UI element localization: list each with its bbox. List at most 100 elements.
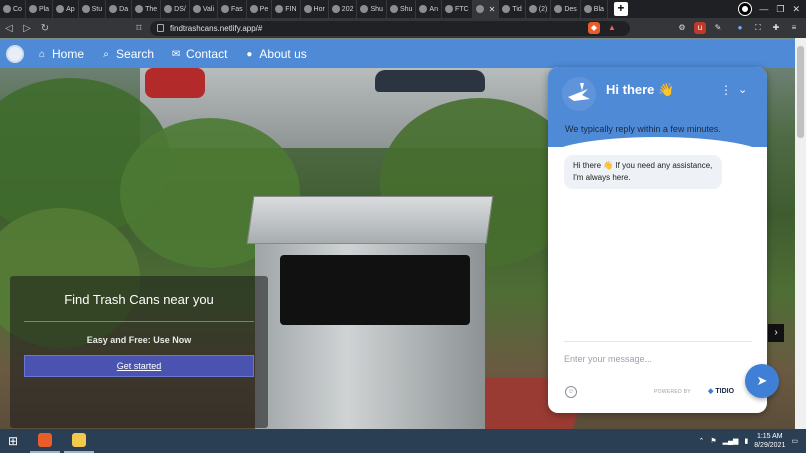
pen-icon[interactable]: ✎ [712,22,724,34]
url-text: findtrashcans.netlify.app/# [170,24,263,33]
menu-icon[interactable]: ≡ [788,22,800,34]
browser-tab[interactable]: 202 [329,0,358,18]
tab-favicon-icon [221,5,229,13]
chat-avatar [562,77,596,111]
lock-icon [157,24,164,32]
browser-tab-strip: Co Pla Ap Stu Da The DS/Vali Fas Pe FIN Hor 202 Shu S… [0,0,806,18]
tab-label: The [145,5,158,13]
browser-tab[interactable]: Da [106,0,133,18]
tab-favicon-icon [502,5,511,13]
site-logo[interactable] [6,45,24,63]
tidio-logo-icon: ◆ [708,388,714,395]
send-message-button[interactable]: ➤ [745,364,779,398]
browser-tab[interactable]: Bla [581,0,608,18]
browser-tab[interactable]: The [132,0,162,18]
puzzle-icon[interactable]: ✚ [770,22,782,34]
notifications-icon[interactable]: ▭ [791,437,798,445]
dark-car [375,70,485,92]
tab-favicon-icon [389,5,398,13]
brave-shield-icon[interactable]: ◆ [588,22,600,34]
tab-favicon-icon [444,5,453,13]
get-started-button[interactable]: Get started [24,355,254,377]
ublock-icon[interactable]: u [694,22,706,34]
close-tab-icon[interactable]: ✕ [489,5,496,14]
tidio-brand-label: TIDIO [715,388,735,395]
network-icon[interactable]: ▂▄▆ [723,437,739,445]
nav-contact[interactable]: ✉ Contact [170,47,228,61]
tab-favicon-icon [81,5,90,13]
tab-label: FTC [454,5,469,13]
windows-taskbar: ⊞ [0,429,806,453]
tab-favicon-icon [3,5,11,13]
tab-label: Hor [313,5,325,13]
browser-tab[interactable]: An [416,0,442,18]
emoji-icon[interactable]: ☺ [565,386,577,398]
extension-icon[interactable]: ⚙ [676,22,688,34]
browser-tab[interactable]: Ap [53,0,79,18]
tab-favicon-icon [303,5,312,13]
envelope-icon: ✉ [171,48,181,60]
reload-button[interactable]: ↻ [36,23,54,34]
tidio-brand[interactable]: ◆ TIDIO [708,387,734,395]
windows-start-icon[interactable]: ⊞ [0,429,26,453]
tab-label: Bla [593,5,604,13]
profile-icon[interactable]: ● [734,22,746,34]
system-tray: ⌃ ⚑ ▂▄▆ ▮ 1:15 AM 8/29/2021 ▭ [698,429,798,453]
bookmark-icon[interactable]: ⌑ [130,23,148,34]
chat-message-bubble: Hi there 👋 If you need any assistance, I… [564,155,722,189]
browser-tab[interactable]: Shu [357,0,387,18]
nav-about-label: About us [259,47,307,61]
close-window-button[interactable]: ✕ [792,4,800,15]
nav-contact-label: Contact [186,47,228,61]
chat-widget: Hi there 👋 ⋮ ⌄ We typically reply within… [548,67,767,413]
flag-icon[interactable]: ⚑ [710,437,716,445]
user-icon: ● [246,48,253,60]
taskbar-brave[interactable] [30,429,60,453]
chat-message-input[interactable]: Enter your message... [564,354,652,364]
new-tab-button[interactable]: + [613,2,628,16]
carousel-next-arrow[interactable]: › [768,324,784,342]
nav-search[interactable]: ⌕ Search [100,47,154,61]
browser-tab[interactable]: FIN [272,0,301,18]
taskbar-clock[interactable]: 1:15 AM 8/29/2021 [754,432,785,450]
brave-icon [38,433,52,447]
back-button[interactable]: ◁ [0,23,18,34]
tab-favicon-icon [583,5,592,13]
more-options-icon[interactable]: ⋮ [720,83,732,97]
browser-tab[interactable]: Co [0,0,26,18]
browser-tab[interactable]: Vali [190,0,218,18]
browser-tab[interactable]: DS/ [161,0,190,18]
browser-tab[interactable]: Tid [499,0,526,18]
scrollbar-thumb[interactable] [797,46,804,138]
browser-tab[interactable]: Shu [387,0,417,18]
browser-tab[interactable]: FTC [442,0,473,18]
minimize-button[interactable]: — [759,4,768,14]
nav-about[interactable]: ● About us [243,47,306,61]
tab-favicon-icon [419,5,428,13]
maximize-button[interactable]: ❐ [776,4,784,15]
screenshot-icon[interactable]: ⛶ [752,22,764,34]
browser-tab[interactable]: Pla [26,0,54,18]
tab-label: FIN [285,5,297,13]
forward-button[interactable]: ▷ [18,23,36,34]
browser-tab[interactable]: Des [551,0,581,18]
powered-by-label: POWERED BY [654,389,691,395]
nav-search-label: Search [116,47,155,61]
browser-tab[interactable]: ✕ [472,0,500,18]
brave-rewards-icon[interactable]: ▲ [606,22,618,34]
browser-tab[interactable]: Stu [79,0,107,18]
browser-tab[interactable]: Pe [247,0,273,18]
taskbar-file-explorer[interactable] [64,429,94,453]
chevron-down-icon[interactable]: ⌄ [738,83,747,96]
browser-tab[interactable]: Hor [301,0,329,18]
tab-favicon-icon [164,5,173,13]
battery-icon[interactable]: ▮ [744,437,748,445]
nav-home[interactable]: ⌂ Home [36,47,84,61]
browser-tab[interactable]: Fas [218,0,247,18]
hero-subtitle: Easy and Free: Use Now [86,335,192,345]
chevron-up-icon[interactable]: ⌃ [698,437,704,445]
browser-tab[interactable]: (2) [526,0,552,18]
address-bar[interactable]: findtrashcans.netlify.app/# [150,21,630,36]
trash-can-opening [280,255,470,325]
record-icon[interactable] [738,2,753,16]
